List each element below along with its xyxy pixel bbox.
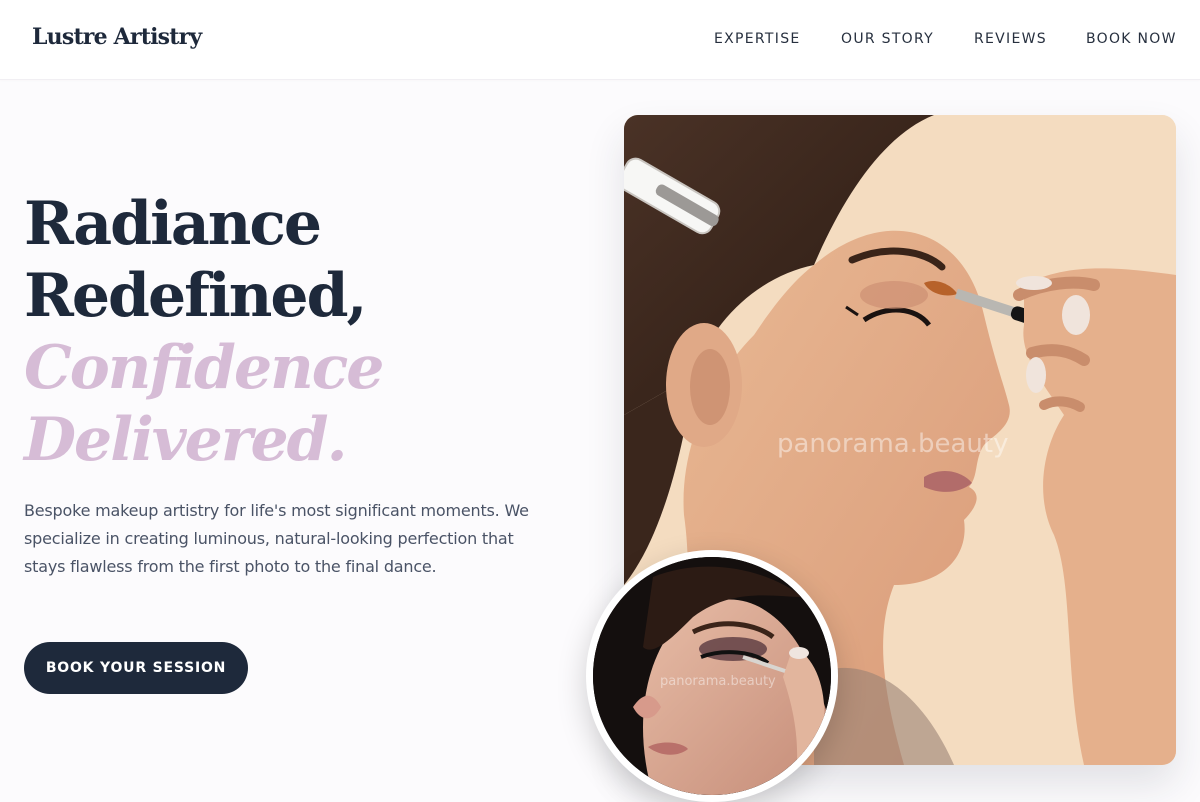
headline-italic-line-1: Confidence	[24, 333, 384, 403]
hero-headline: Radiance Redefined, Confidence Delivered…	[24, 188, 584, 476]
nav-link-expertise[interactable]: EXPERTISE	[714, 31, 801, 47]
inset-image-watermark: panorama.beauty	[660, 674, 776, 689]
headline-line-2: Redefined,	[24, 261, 367, 331]
hero-inset-image: panorama.beauty	[586, 550, 838, 802]
book-session-button[interactable]: BOOK YOUR SESSION	[24, 642, 248, 694]
headline-line-1: Radiance	[24, 189, 322, 259]
main-image-watermark: panorama.beauty	[777, 429, 1008, 459]
site-header: Lustre Artistry EXPERTISE OUR STORY REVI…	[0, 0, 1200, 80]
headline-italic-line-2: Delivered.	[24, 405, 347, 475]
brand-logo[interactable]: Lustre Artistry	[32, 24, 202, 50]
nav-link-reviews[interactable]: REVIEWS	[974, 31, 1047, 47]
hero-description: Bespoke makeup artistry for life's most …	[24, 501, 529, 576]
nav-link-book-now[interactable]: BOOK NOW	[1086, 31, 1177, 47]
eyelash-application-illustration: panorama.beauty	[593, 557, 831, 795]
nav-link-our-story[interactable]: OUR STORY	[841, 31, 934, 47]
